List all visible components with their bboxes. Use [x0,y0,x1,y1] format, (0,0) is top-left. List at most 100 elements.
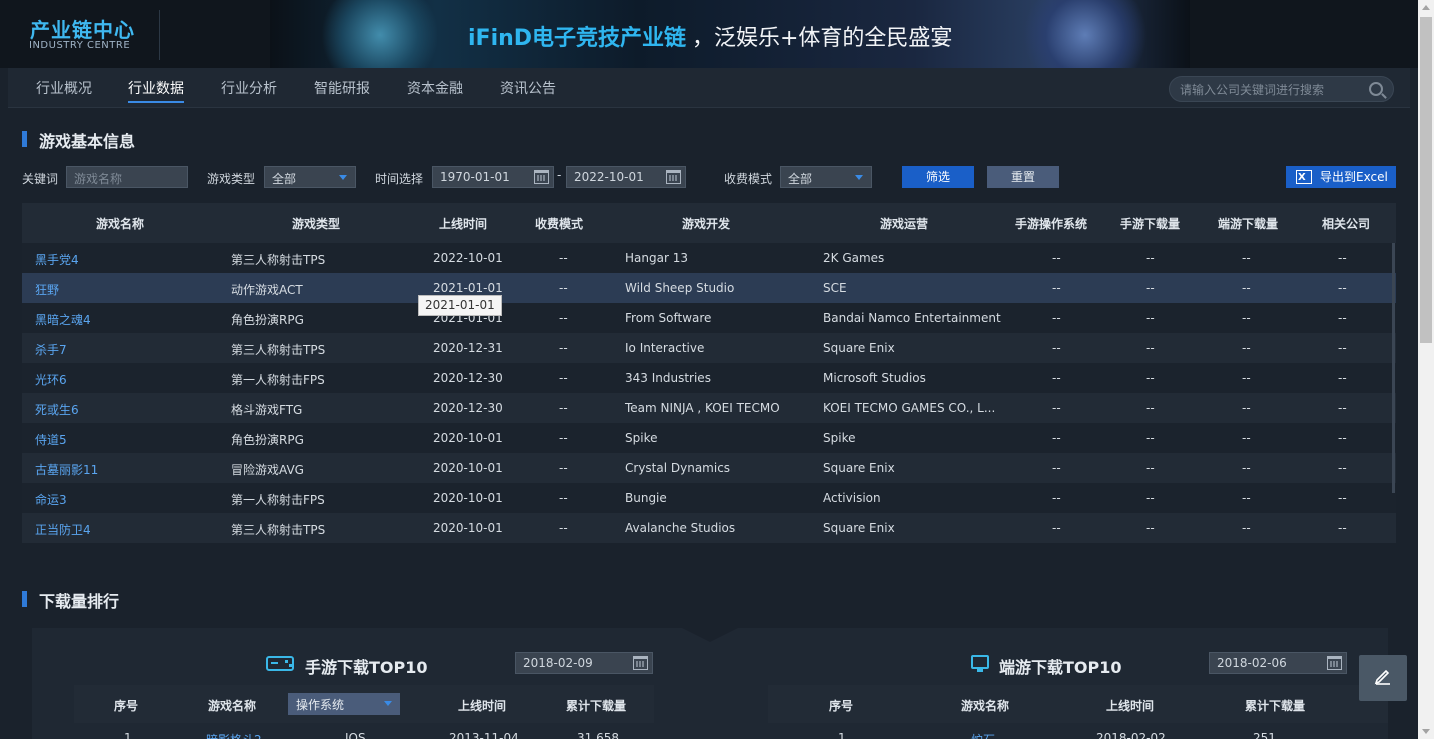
table-row[interactable]: 光环6 第一人称射击FPS 2020-12-30 -- 343 Industries Mi… [22,363,1396,393]
col-header-mobile-dl[interactable]: 手游下载量 [1100,215,1200,232]
cell-os: -- [1052,341,1061,355]
calendar-icon[interactable] [633,656,648,670]
nav-item-capital[interactable]: 资本金融 [407,78,463,98]
table-row[interactable]: 杀手7 第三人称射击TPS 2020-12-31 -- Io Interactive Sq… [22,333,1396,363]
page-scrollbar[interactable] [1418,0,1434,739]
cell-pc-dl: -- [1242,251,1251,265]
mobile-date-input[interactable]: 2018-02-09 [515,652,653,674]
search-input[interactable] [1180,81,1360,99]
cell-name[interactable]: 正当防卫4 [35,521,91,538]
keyword-input[interactable]: 游戏名称 [66,166,188,188]
cell-os: -- [1052,281,1061,295]
table-row[interactable]: 黑手党4 第三人称射击TPS 2022-10-01 -- Hangar 13 2K Gam… [22,243,1396,273]
os-select[interactable]: 操作系统 [288,693,400,715]
pc-row-rank: 1 [838,731,846,739]
col-header-name[interactable]: 游戏名称 [22,215,218,232]
pc-row-name[interactable]: 炉石 [971,731,995,739]
cell-type: 冒险游戏AVG [231,463,304,477]
pc-row-total: 251 [1253,731,1276,739]
col-header-fee[interactable]: 收费模式 [512,215,606,232]
date-from-input[interactable]: 1970-01-01 [432,166,554,188]
section-title-game-info: 游戏基本信息 [22,128,135,152]
industry-centre-logo[interactable]: 产业链中心 INDUSTRY CENTRE [20,10,160,60]
cell-dev: From Software [625,311,712,325]
cell-name[interactable]: 黑暗之魂4 [35,311,91,328]
col-header-pc-dl[interactable]: 端游下载量 [1200,215,1296,232]
date-tooltip: 2021-01-01 [418,295,502,316]
cell-fee: -- [559,401,568,415]
col-header-date[interactable]: 上线时间 [414,215,512,232]
cell-company: -- [1338,401,1347,415]
nav-item-overview[interactable]: 行业概况 [36,78,92,98]
cell-name[interactable]: 杀手7 [35,341,67,358]
mobile-top10-title: 手游下载TOP10 [305,658,428,677]
cell-op: 2K Games [823,251,885,265]
col-header-dev[interactable]: 游戏开发 [606,215,806,232]
col-header-company[interactable]: 相关公司 [1296,215,1396,232]
col-header-os[interactable]: 手游操作系统 [1002,215,1100,232]
scroll-thumb[interactable] [1420,17,1432,343]
nav-item-industry-analysis[interactable]: 行业分析 [221,78,277,98]
cell-company: -- [1338,461,1347,475]
edit-button[interactable] [1359,655,1407,701]
main-nav: 行业概况 行业数据 行业分析 智能研报 资本金融 资讯公告 [8,68,1410,108]
pc-table-row: 1 炉石 2018-02-02 251 [768,723,1388,739]
mobile-row-rank: 1 [124,731,132,739]
search-icon[interactable] [1369,82,1383,96]
fee-mode-select[interactable]: 全部 [780,166,872,188]
table-row[interactable]: 正当防卫4 第三人称射击TPS 2020-10-01 -- Avalanche Stud… [22,513,1396,543]
cell-pc-dl: -- [1242,341,1251,355]
col-header-op[interactable]: 游戏运营 [806,215,1002,232]
date-to-input[interactable]: 2022-10-01 [566,166,686,188]
cell-op: Spike [823,431,856,445]
cell-name[interactable]: 狂野 [35,281,59,298]
table-row[interactable]: 黑暗之魂4 角色扮演RPG 2021-01-01 -- From Software Ban… [22,303,1396,333]
cell-name[interactable]: 死或生6 [35,401,79,418]
scroll-down-icon[interactable] [1422,729,1430,734]
nav-item-research[interactable]: 智能研报 [314,78,370,98]
cell-name[interactable]: 侍道5 [35,431,67,448]
table-row[interactable]: 死或生6 格斗游戏FTG 2020-12-30 -- Team NINJA , KOEI… [22,393,1396,423]
cell-date: 2021-01-01 [433,281,503,295]
banner: 产业链中心 INDUSTRY CENTRE iFinD电子竞技产业链 ，泛娱乐+… [0,0,1418,68]
cell-dev: 343 Industries [625,371,711,385]
cell-mobile-dl: -- [1146,311,1155,325]
calendar-icon[interactable] [534,170,549,184]
nav-item-industry-data[interactable]: 行业数据 [128,78,184,103]
cell-name[interactable]: 黑手党4 [35,251,79,268]
cell-company: -- [1338,251,1347,265]
calendar-icon[interactable] [1327,656,1342,670]
mobile-col-rank: 序号 [114,699,139,713]
table-row[interactable]: 侍道5 角色扮演RPG 2020-10-01 -- Spike Spike -- -- -- -- [22,423,1396,453]
cell-name[interactable]: 光环6 [35,371,67,388]
table-row[interactable]: 狂野 动作游戏ACT 2021-01-01 -- Wild Sheep Studio SC… [22,273,1396,303]
table-row[interactable]: 命运3 第一人称射击FPS 2020-10-01 -- Bungie Activision… [22,483,1396,513]
banner-title: iFinD电子竞技产业链 [468,26,687,51]
cell-name[interactable]: 古墓丽影11 [35,461,98,478]
col-header-type[interactable]: 游戏类型 [218,215,414,232]
table-scrollbar[interactable] [1392,243,1395,493]
nav-item-news[interactable]: 资讯公告 [500,78,556,98]
table-body: 黑手党4 第三人称射击TPS 2022-10-01 -- Hangar 13 2K Gam… [22,243,1396,543]
calendar-icon[interactable] [666,170,681,184]
cell-os: -- [1052,371,1061,385]
pc-col-name: 游戏名称 [961,699,1010,713]
reset-button[interactable]: 重置 [987,166,1059,188]
logo-en: INDUSTRY CENTRE [29,40,131,51]
table-row[interactable]: 古墓丽影11 冒险游戏AVG 2020-10-01 -- Crystal Dynamic… [22,453,1396,483]
pc-row-date: 2018-02-02 [1096,731,1166,739]
scroll-up-icon[interactable] [1422,5,1430,10]
game-type-select[interactable]: 全部 [264,166,356,188]
pc-date-input[interactable]: 2018-02-06 [1209,652,1347,674]
section-title-downloads: 下载量排行 [22,588,119,612]
export-excel-button[interactable]: 导出到Excel [1286,166,1396,189]
cell-name[interactable]: 命运3 [35,491,67,508]
mobile-row-name[interactable]: 暗影格斗2 [206,731,262,739]
game-type-value: 全部 [272,172,297,186]
cell-op: Square Enix [823,461,895,475]
cell-type: 角色扮演RPG [231,433,304,447]
cell-op: KOEI TECMO GAMES CO., L... [823,401,996,415]
pc-top10-title: 端游下载TOP10 [999,658,1122,677]
date-separator: - [557,168,562,182]
filter-button[interactable]: 筛选 [902,166,974,188]
